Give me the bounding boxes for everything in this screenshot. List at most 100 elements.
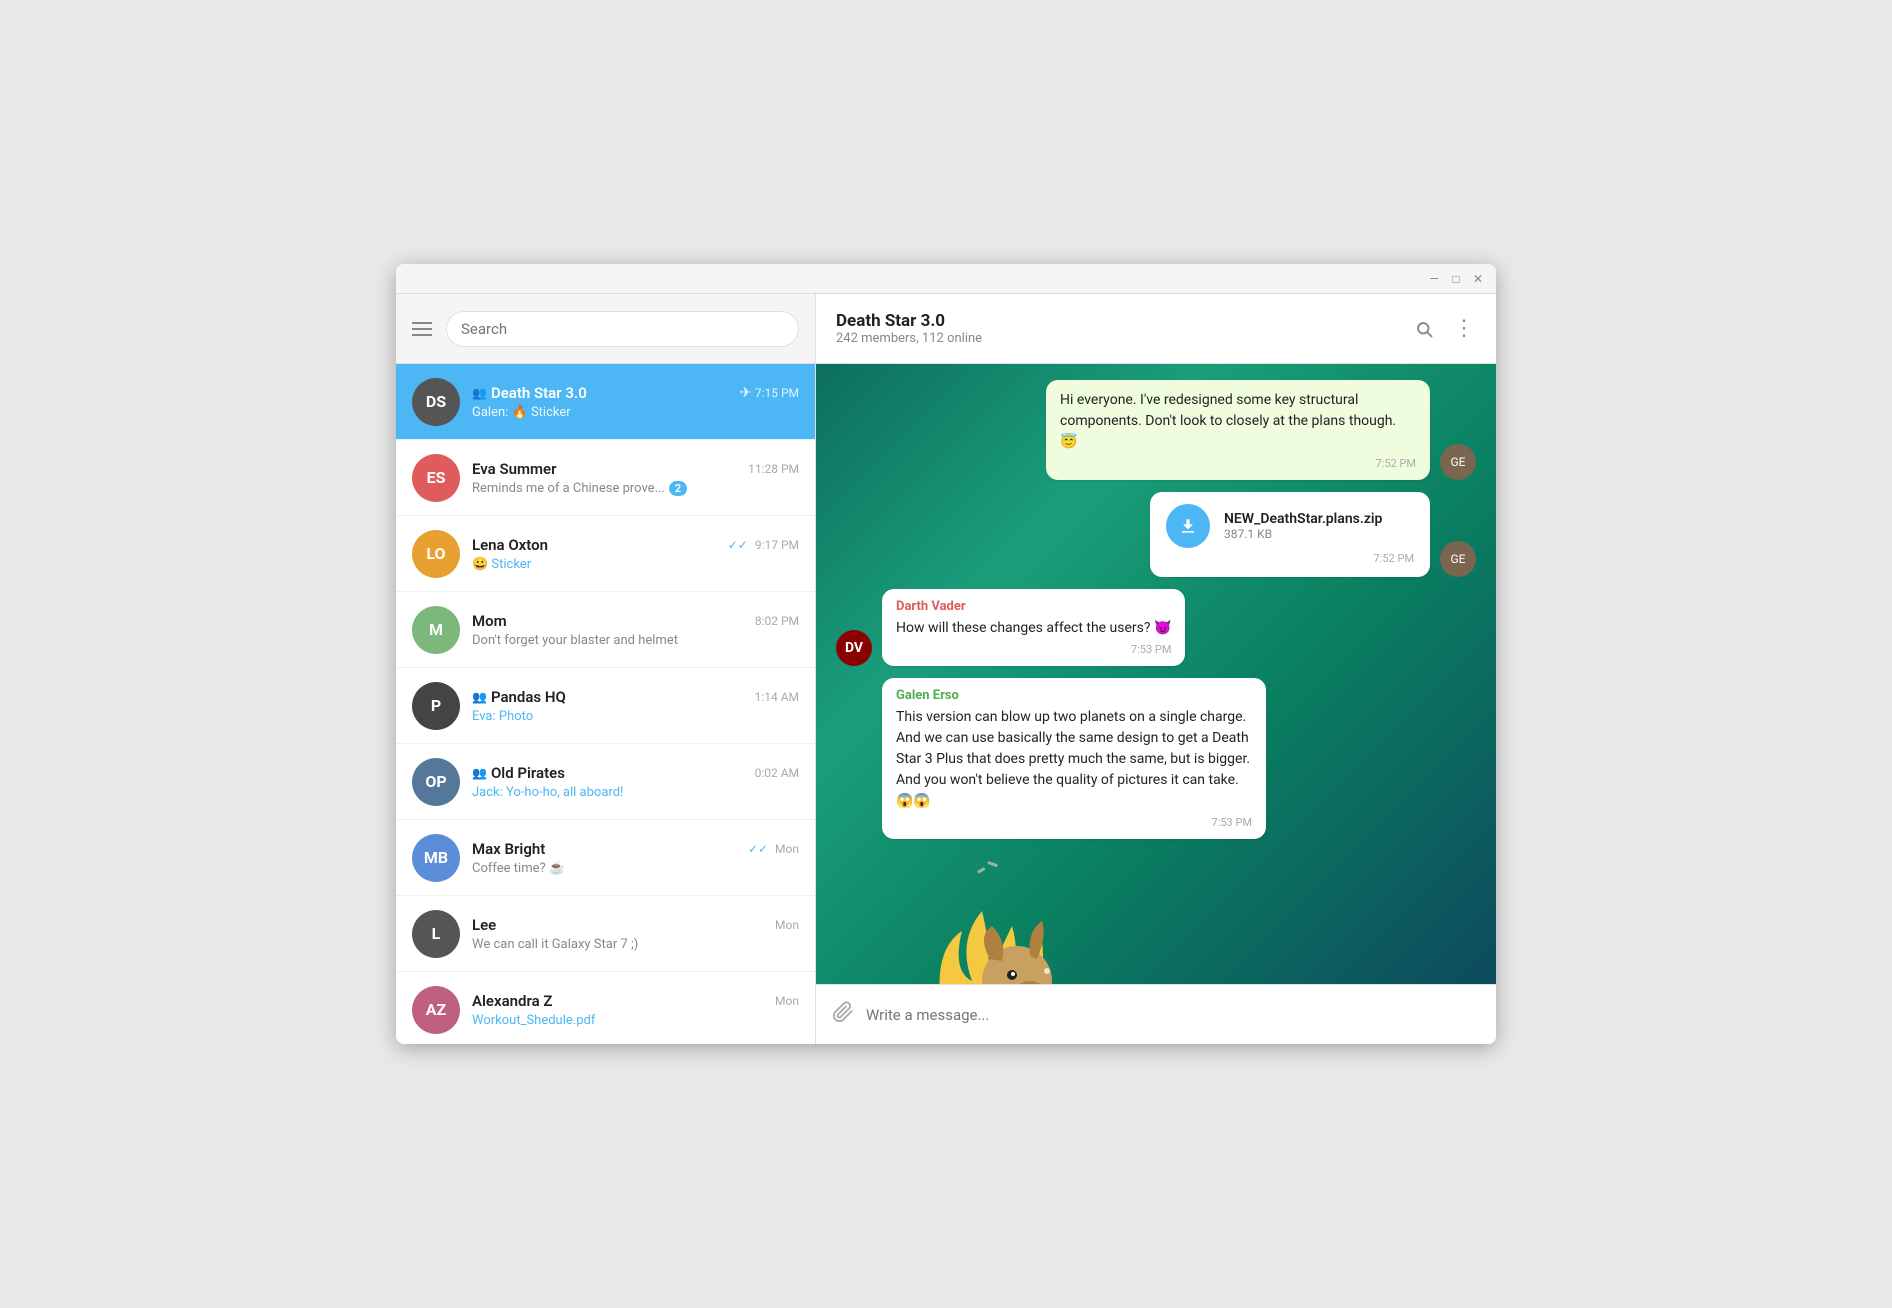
search-chat-button[interactable] [1412, 317, 1436, 341]
download-button[interactable] [1166, 504, 1210, 548]
minimize-button[interactable]: — [1426, 271, 1442, 287]
file-message-bubble: NEW_DeathStar.plans.zip387.1 KB 7:52 PM [1150, 492, 1430, 577]
message-time: 7:52 PM [1060, 457, 1416, 470]
message-text: Hi everyone. I've redesigned some key st… [1060, 390, 1416, 453]
message-avatar: GE [1440, 541, 1476, 577]
file-size: 387.1 KB [1224, 527, 1414, 541]
chat-item-pandas-hq[interactable]: P 👥 Pandas HQ 1:14 AM Eva: Photo [396, 668, 815, 744]
chat-item-info: Eva Summer 11:28 PM Reminds me of a Chines… [472, 460, 799, 496]
message-text: How will these changes affect the users?… [896, 618, 1171, 639]
chat-item-time: Mon [775, 994, 799, 1008]
chat-item-name: 👥 Death Star 3.0 [472, 384, 587, 402]
avatar-mom: M [412, 606, 460, 654]
chat-item-time: 11:28 PM [748, 462, 799, 476]
chat-title: Death Star 3.0 [836, 311, 982, 331]
message-time: 7:53 PM [896, 643, 1171, 656]
sidebar-header [396, 294, 815, 364]
chat-item-old-pirates[interactable]: OP👥 Old Pirates0:02 AMJack: Yo-ho-ho, al… [396, 744, 815, 820]
avatar-death-star: DS [412, 378, 460, 426]
message-bubble-msg1: Hi everyone. I've redesigned some key st… [1046, 380, 1430, 480]
message-row-msg4: Galen Erso This version can blow up two p… [836, 678, 1476, 839]
chat-item-death-star[interactable]: DS 👥 Death Star 3.0✈ 7:15 PMGalen: 🔥 Stic… [396, 364, 815, 440]
avatar-lee: L [412, 910, 460, 958]
attach-button[interactable] [832, 1001, 854, 1029]
chat-item-preview: Galen: 🔥 Sticker [472, 405, 799, 420]
message-time: 7:53 PM [896, 816, 1252, 829]
chat-item-info: Max Bright✓✓ MonCoffee time? ☕ [472, 840, 799, 876]
message-text: This version can blow up two planets on … [896, 707, 1252, 812]
input-area [816, 984, 1496, 1044]
file-name: NEW_DeathStar.plans.zip [1224, 511, 1414, 527]
chat-item-time: 0:02 AM [755, 766, 799, 780]
chat-item-preview: Jack: Yo-ho-ho, all aboard! [472, 785, 799, 800]
hamburger-menu-button[interactable] [412, 322, 432, 336]
chat-item-time: ✓✓ 9:17 PM [728, 538, 799, 552]
chat-header-info: Death Star 3.0 242 members, 112 online [836, 311, 982, 346]
chat-item-lee[interactable]: L Lee Mon We can call it Galaxy Star 7 ;) [396, 896, 815, 972]
main-area: DS 👥 Death Star 3.0✈ 7:15 PMGalen: 🔥 Stic… [396, 294, 1496, 1044]
close-button[interactable]: ✕ [1470, 271, 1486, 287]
message-row-msg3: DV Darth Vader How will these changes affe… [836, 589, 1476, 666]
sidebar: DS 👥 Death Star 3.0✈ 7:15 PMGalen: 🔥 Stic… [396, 294, 816, 1044]
chat-item-name: Lee [472, 916, 496, 934]
chat-item-name: 👥 Old Pirates [472, 764, 565, 782]
message-input[interactable] [866, 1006, 1480, 1024]
chat-item-max-bright[interactable]: MBMax Bright✓✓ MonCoffee time? ☕ [396, 820, 815, 896]
maximize-button[interactable]: □ [1448, 271, 1464, 287]
avatar-alexandra-z: AZ [412, 986, 460, 1034]
chat-item-preview: Workout_Shedule.pdf [472, 1013, 799, 1028]
message-time: 7:52 PM [1166, 552, 1414, 565]
message-bubble-msg4: Galen Erso This version can blow up two p… [882, 678, 1266, 839]
search-box [446, 311, 799, 347]
chat-item-name: Mom [472, 612, 507, 630]
chat-header: Death Star 3.0 242 members, 112 online ⋮ [816, 294, 1496, 364]
avatar-lena-oxton: LO [412, 530, 460, 578]
message-avatar: GE [1440, 444, 1476, 480]
chat-item-info: Mom 8:02 PM Don't forget your blaster and … [472, 612, 799, 648]
chat-item-name: 👥 Pandas HQ [472, 688, 566, 706]
chat-header-icons: ⋮ [1412, 317, 1476, 341]
chat-subtitle: 242 members, 112 online [836, 331, 982, 346]
sticker-image [882, 851, 1122, 984]
chat-item-name: Alexandra Z [472, 992, 552, 1010]
chat-item-preview: Eva: Photo [472, 709, 799, 724]
chat-item-eva-summer[interactable]: ES Eva Summer 11:28 PM Reminds me of a Chin… [396, 440, 815, 516]
chat-item-name: Lena Oxton [472, 536, 548, 554]
avatar-max-bright: MB [412, 834, 460, 882]
chat-area: Death Star 3.0 242 members, 112 online ⋮… [816, 294, 1496, 1044]
chat-item-preview: Don't forget your blaster and helmet [472, 633, 799, 648]
chat-item-info: 👥 Death Star 3.0✈ 7:15 PMGalen: 🔥 Sticke… [472, 384, 799, 420]
chat-item-alexandra-z[interactable]: AZ Alexandra Z Mon Workout_Shedule.pdf [396, 972, 815, 1044]
chat-item-preview: Coffee time? ☕ [472, 861, 799, 876]
chat-item-info: Lena Oxton ✓✓ 9:17 PM 😀 Sticker [472, 536, 799, 572]
chat-item-info: 👥 Old Pirates 0:02 AM Jack: Yo-ho-ho, all … [472, 764, 799, 800]
chat-item-time: 1:14 AM [755, 690, 799, 704]
message-bubble-msg3: Darth Vader How will these changes affect… [882, 589, 1185, 666]
chat-item-info: Alexandra Z Mon Workout_Shedule.pdf [472, 992, 799, 1028]
chat-item-preview: Reminds me of a Chinese prove...2 [472, 481, 799, 496]
message-row-msg5: GE [836, 851, 1476, 984]
title-bar: — □ ✕ [396, 264, 1496, 294]
search-input[interactable] [461, 320, 784, 338]
more-options-button[interactable]: ⋮ [1452, 317, 1476, 341]
chat-item-time: ✓✓ Mon [748, 842, 799, 856]
unread-badge: 2 [669, 481, 687, 496]
app-window: — □ ✕ DS 👥 Death Star 3.0✈ 7:15 PMGalen: … [396, 264, 1496, 1044]
message-sender: Darth Vader [896, 599, 1171, 614]
chat-item-time: Mon [775, 918, 799, 932]
message-row-msg2: NEW_DeathStar.plans.zip387.1 KB 7:52 PM GE [836, 492, 1476, 577]
chat-item-name: Eva Summer [472, 460, 557, 478]
chat-item-preview: We can call it Galaxy Star 7 ;) [472, 937, 799, 952]
messages-area: Hi everyone. I've redesigned some key st… [816, 364, 1496, 984]
message-sender: Galen Erso [896, 688, 1252, 703]
message-avatar: DV [836, 630, 872, 666]
chat-item-lena-oxton[interactable]: LO Lena Oxton ✓✓ 9:17 PM 😀 Sticker [396, 516, 815, 592]
chat-item-info: Lee Mon We can call it Galaxy Star 7 ;) [472, 916, 799, 952]
avatar-pandas-hq: P [412, 682, 460, 730]
message-row-msg1: Hi everyone. I've redesigned some key st… [836, 380, 1476, 480]
chat-item-mom[interactable]: M Mom 8:02 PM Don't forget your blaster and… [396, 592, 815, 668]
chat-item-preview: 😀 Sticker [472, 557, 799, 572]
chat-list: DS 👥 Death Star 3.0✈ 7:15 PMGalen: 🔥 Stic… [396, 364, 815, 1044]
chat-item-time: 8:02 PM [755, 614, 799, 628]
avatar-eva-summer: ES [412, 454, 460, 502]
